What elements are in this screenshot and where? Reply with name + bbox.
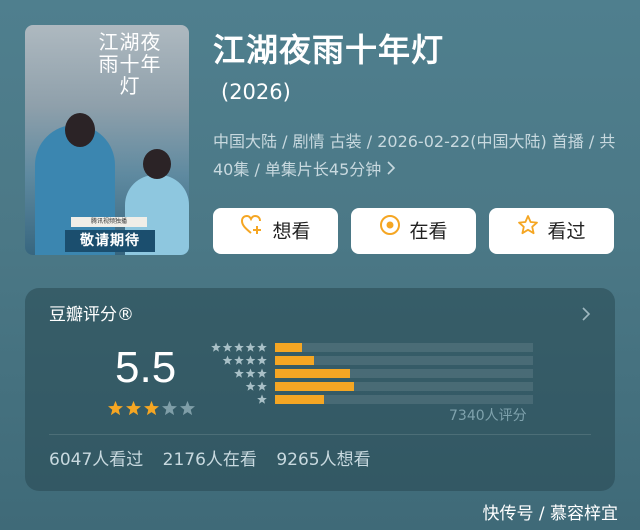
- poster-title: 江湖夜雨十年灯: [98, 30, 162, 98]
- mini-star-icon: [245, 368, 256, 378]
- mini-star-icon: [245, 381, 256, 391]
- rating-bar-track: [275, 343, 533, 352]
- mini-stars-2: [245, 381, 267, 391]
- rating-bar-fill: [275, 395, 325, 404]
- chevron-right-icon[interactable]: [581, 306, 591, 325]
- want-button-label: 想看: [272, 220, 311, 243]
- rating-source-label: 豆瓣评分®: [49, 305, 134, 325]
- mini-star-icon: [257, 368, 267, 378]
- rating-score: 5.5: [115, 343, 177, 392]
- star-filled-icon: [108, 400, 123, 416]
- mini-star-icon: [222, 342, 233, 352]
- mini-star-icon: [245, 342, 256, 352]
- poster-figure-male-head: [65, 113, 95, 147]
- mini-star-icon: [257, 381, 267, 391]
- movie-meta[interactable]: 中国大陆 / 剧情 古装 / 2026-02-22(中国大陆) 首播 / 共40…: [213, 128, 618, 184]
- mini-stars-3: [234, 368, 267, 378]
- rating-stars: [107, 400, 222, 422]
- mini-star-icon: [257, 355, 267, 365]
- mini-star-icon: [222, 355, 233, 365]
- movie-meta-text: 中国大陆 / 剧情 古装 / 2026-02-22(中国大陆) 首播 / 共40…: [213, 132, 616, 179]
- mini-star-icon: [257, 394, 267, 404]
- audience-stats: 6047人看过 2176人在看 9265人想看: [49, 448, 385, 472]
- rating-bar-track: [275, 356, 533, 365]
- rating-bar-fill: [275, 382, 354, 391]
- movie-title: 江湖夜雨十年灯: [213, 31, 445, 69]
- watched-count: 6047人看过: [49, 450, 144, 470]
- watching-button[interactable]: 在看: [351, 208, 476, 254]
- watched-button-label: 看过: [547, 220, 586, 243]
- chevron-right-icon: [386, 160, 396, 179]
- mini-star-icon: [245, 355, 256, 365]
- mini-star-icon: [257, 342, 267, 352]
- rating-bar-track: [275, 395, 533, 404]
- watching-button-label: 在看: [409, 220, 448, 243]
- star-filled-icon: [126, 400, 141, 416]
- poster-image[interactable]: 江湖夜雨十年灯 腾讯视频独播 敬请期待: [25, 25, 189, 255]
- mini-stars-5: [211, 342, 267, 352]
- star-empty-icon: [180, 400, 195, 416]
- rating-bar-track: [275, 382, 533, 391]
- poster-subtitle: 腾讯视频独播: [71, 217, 147, 227]
- heart-plus-icon: [240, 207, 264, 253]
- watched-button[interactable]: 看过: [489, 208, 614, 254]
- star-icon: [517, 207, 539, 253]
- divider: [49, 434, 591, 435]
- mini-stars-1: [257, 394, 267, 404]
- watermark: 快传号 / 慕容梓宜: [482, 504, 618, 524]
- movie-year: (2026): [221, 80, 291, 104]
- rating-count: 7340人评分: [449, 408, 527, 424]
- mini-star-icon: [234, 355, 244, 365]
- rating-bar-fill: [275, 369, 351, 378]
- want-count: 9265人想看: [276, 450, 371, 470]
- star-empty-icon: [162, 400, 177, 416]
- mini-stars-4: [222, 355, 267, 365]
- rating-card[interactable]: 豆瓣评分® 5.5 7340人评分 6047人看过 2176人在看 9265人想…: [25, 288, 615, 491]
- mini-star-icon: [211, 342, 221, 352]
- rating-bar-track: [275, 369, 533, 378]
- target-icon: [379, 207, 401, 253]
- poster-figure-female-head: [143, 149, 171, 179]
- poster-cta: 敬请期待: [65, 230, 155, 252]
- mini-star-icon: [234, 368, 244, 378]
- star-filled-icon: [144, 400, 159, 416]
- want-button[interactable]: 想看: [213, 208, 338, 254]
- mini-star-icon: [234, 342, 244, 352]
- rating-bar-fill: [275, 356, 314, 365]
- rating-bar-fill: [275, 343, 303, 352]
- rating-stars-svg: [108, 400, 195, 416]
- watching-count: 2176人在看: [162, 450, 257, 470]
